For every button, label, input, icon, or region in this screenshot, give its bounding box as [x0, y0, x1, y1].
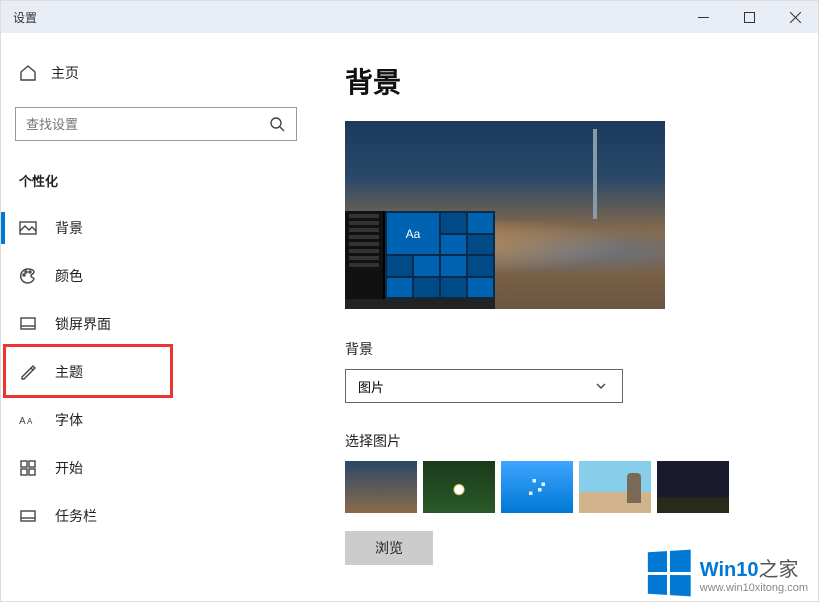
thumbnail[interactable] — [579, 461, 651, 513]
chevron-down-icon — [592, 377, 610, 395]
window-controls — [680, 1, 818, 33]
page-title: 背景 — [345, 61, 784, 101]
watermark-brand: Win10之家 — [700, 553, 808, 582]
svg-text:A: A — [27, 417, 33, 426]
home-button[interactable]: 主页 — [1, 53, 311, 93]
content-area: 背景 Aa 背景 图片 — [311, 33, 818, 601]
taskbar-icon — [19, 507, 37, 525]
background-dropdown[interactable]: 图片 — [345, 369, 623, 403]
category-label: 个性化 — [19, 171, 293, 190]
nav-item-fonts[interactable]: AA 字体 — [1, 396, 311, 444]
watermark-url: www.win10xitong.com — [700, 582, 808, 594]
windows-logo-icon — [648, 550, 691, 597]
preview-decoration — [593, 129, 597, 219]
nav-item-start[interactable]: 开始 — [1, 444, 311, 492]
picture-thumbnails — [345, 461, 784, 513]
nav-list: 背景 颜色 锁屏界面 主题 — [1, 204, 311, 540]
preview-tile-aa: Aa — [387, 213, 439, 254]
background-dropdown-label: 背景 — [345, 339, 784, 359]
home-icon — [19, 64, 37, 82]
window-title: 设置 — [13, 9, 37, 26]
nav-item-colors[interactable]: 颜色 — [1, 252, 311, 300]
picture-icon — [19, 219, 37, 237]
thumbnail[interactable] — [423, 461, 495, 513]
nav-item-lockscreen[interactable]: 锁屏界面 — [1, 300, 311, 348]
maximize-button[interactable] — [726, 1, 772, 33]
nav-label: 任务栏 — [55, 506, 97, 526]
sidebar: 主页 个性化 背景 颜色 — [1, 33, 311, 601]
start-menu-preview: Aa — [345, 211, 495, 309]
nav-item-themes[interactable]: 主题 — [1, 348, 311, 396]
search-input[interactable] — [15, 107, 297, 141]
nav-label: 背景 — [55, 218, 83, 238]
nav-label: 锁屏界面 — [55, 314, 111, 334]
nav-label: 颜色 — [55, 266, 83, 286]
search-field[interactable] — [26, 117, 268, 132]
choose-picture-label: 选择图片 — [345, 431, 784, 451]
start-icon — [19, 459, 37, 477]
thumbnail[interactable] — [657, 461, 729, 513]
desktop-preview: Aa — [345, 121, 665, 309]
browse-button[interactable]: 浏览 — [345, 531, 433, 565]
titlebar: 设置 — [1, 1, 818, 33]
search-icon — [268, 115, 286, 133]
minimize-button[interactable] — [680, 1, 726, 33]
thumbnail[interactable] — [501, 461, 573, 513]
nav-item-taskbar[interactable]: 任务栏 — [1, 492, 311, 540]
themes-icon — [19, 363, 37, 381]
nav-item-background[interactable]: 背景 — [1, 204, 311, 252]
nav-label: 开始 — [55, 458, 83, 478]
nav-label: 字体 — [55, 410, 83, 430]
dropdown-value: 图片 — [358, 377, 592, 396]
close-button[interactable] — [772, 1, 818, 33]
thumbnail[interactable] — [345, 461, 417, 513]
fonts-icon: AA — [19, 411, 37, 429]
svg-text:A: A — [19, 416, 26, 427]
lockscreen-icon — [19, 315, 37, 333]
watermark: Win10之家 www.win10xitong.com — [646, 551, 808, 595]
home-label: 主页 — [51, 63, 79, 83]
palette-icon — [19, 267, 37, 285]
nav-label: 主题 — [55, 362, 83, 382]
